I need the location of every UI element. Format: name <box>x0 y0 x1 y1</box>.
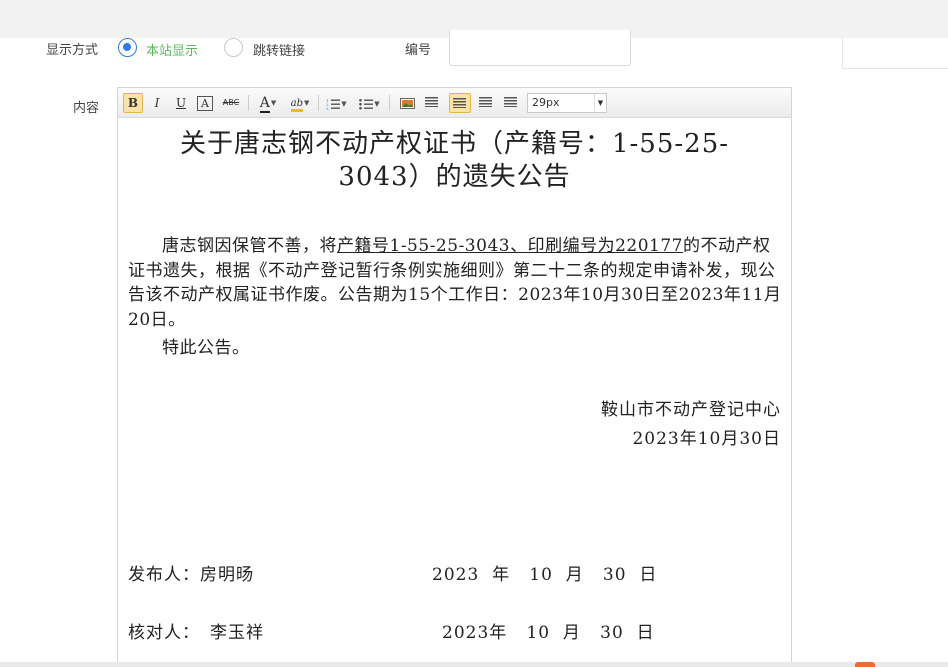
notice-paragraph: 唐志钢因保管不善，将产籍号1-55-25-3043、印刷编号为220177的不动… <box>128 234 782 332</box>
notice-intro: 唐志钢因保管不善，将 <box>162 236 337 256</box>
editor-toolbar: B I U A ABC A▼ ab▼ 1 2 3 ▼ ▼ 29px ▼ <box>118 88 791 118</box>
align-left-icon <box>425 97 438 107</box>
notice-title-line1: 关于唐志钢不动产权证书（产籍号：1-55-25- <box>179 129 730 159</box>
chevron-down-icon: ▼ <box>594 94 606 112</box>
strikethrough-button[interactable]: ABC <box>220 93 242 113</box>
ordered-list-button[interactable]: 1 2 3 ▼ <box>323 93 350 113</box>
align-left-button[interactable] <box>423 93 441 113</box>
align-center-button[interactable] <box>449 93 471 113</box>
issue-date: 2023年10月30日 <box>632 429 781 449</box>
publisher-label: 发布人： <box>128 565 200 585</box>
radio-redirect-link[interactable] <box>224 38 243 57</box>
italic-button[interactable]: I <box>148 93 166 113</box>
font-size-select[interactable]: 29px ▼ <box>527 93 607 113</box>
notice-title-line2: 3043）的遗失公告 <box>338 162 571 192</box>
notice-body: 唐志钢因保管不善，将产籍号1-55-25-3043、印刷编号为220177的不动… <box>128 234 782 361</box>
toolbar-separator <box>318 95 319 111</box>
side-panel <box>842 38 948 69</box>
number-label: 编号 <box>405 43 432 58</box>
underline-button[interactable]: U <box>172 93 190 113</box>
align-center-icon <box>453 98 466 108</box>
display-mode-label: 显示方式 <box>46 43 99 58</box>
reviewer-date: 2023年 10 月 30 日 <box>442 623 655 643</box>
radio-local-display[interactable] <box>118 38 137 57</box>
bottom-bar <box>0 662 948 667</box>
ordered-list-icon: 1 2 3 <box>326 98 341 111</box>
highlight-icon: ab <box>290 97 303 112</box>
unordered-list-icon <box>359 98 374 109</box>
border-text-button[interactable]: A <box>197 96 213 111</box>
rich-text-editor[interactable]: B I U A ABC A▼ ab▼ 1 2 3 ▼ ▼ 29px ▼ 关于唐志… <box>117 87 792 667</box>
bold-button[interactable]: B <box>123 93 143 113</box>
orange-tab-marker <box>855 662 875 667</box>
unordered-list-button[interactable]: ▼ <box>356 93 383 113</box>
number-input[interactable] <box>449 30 631 66</box>
reviewer-label: 核对人： <box>128 623 200 643</box>
font-size-value: 29px <box>532 96 560 109</box>
publisher-date: 2023 年 10 月 30 日 <box>432 565 658 585</box>
radio-local-display-label[interactable]: 本站显示 <box>146 40 198 59</box>
font-color-icon: A <box>259 95 270 113</box>
publisher-line: 发布人：房明旸 2023 年 10 月 30 日 <box>128 560 656 585</box>
reviewer-line: 核对人： 李玉祥 2023年 10 月 30 日 <box>128 618 654 643</box>
toolbar-separator <box>389 95 390 111</box>
reviewer-name: 李玉祥 <box>210 623 264 643</box>
justify-button[interactable] <box>502 93 520 113</box>
issuer-name: 鞍山市不动产登记中心 <box>601 400 781 420</box>
toolbar-separator <box>248 95 249 111</box>
notice-title: 关于唐志钢不动产权证书（产籍号：1-55-25- 3043）的遗失公告 <box>128 128 781 194</box>
align-right-button[interactable] <box>477 93 495 113</box>
insert-image-button[interactable] <box>398 93 416 113</box>
svg-text:3: 3 <box>326 106 329 110</box>
content-label: 内容 <box>73 101 100 116</box>
align-right-icon <box>479 97 492 107</box>
justify-icon <box>504 97 517 107</box>
font-color-button[interactable]: A▼ <box>254 93 282 113</box>
notice-closing: 特此公告。 <box>162 338 250 358</box>
highlight-button[interactable]: ab▼ <box>285 93 315 113</box>
publisher-name: 房明旸 <box>200 565 254 585</box>
radio-redirect-link-label[interactable]: 跳转链接 <box>253 40 305 59</box>
notice-underlined-text: 产籍号1-55-25-3043、印刷编号为220177 <box>337 236 683 256</box>
image-icon <box>399 98 415 109</box>
